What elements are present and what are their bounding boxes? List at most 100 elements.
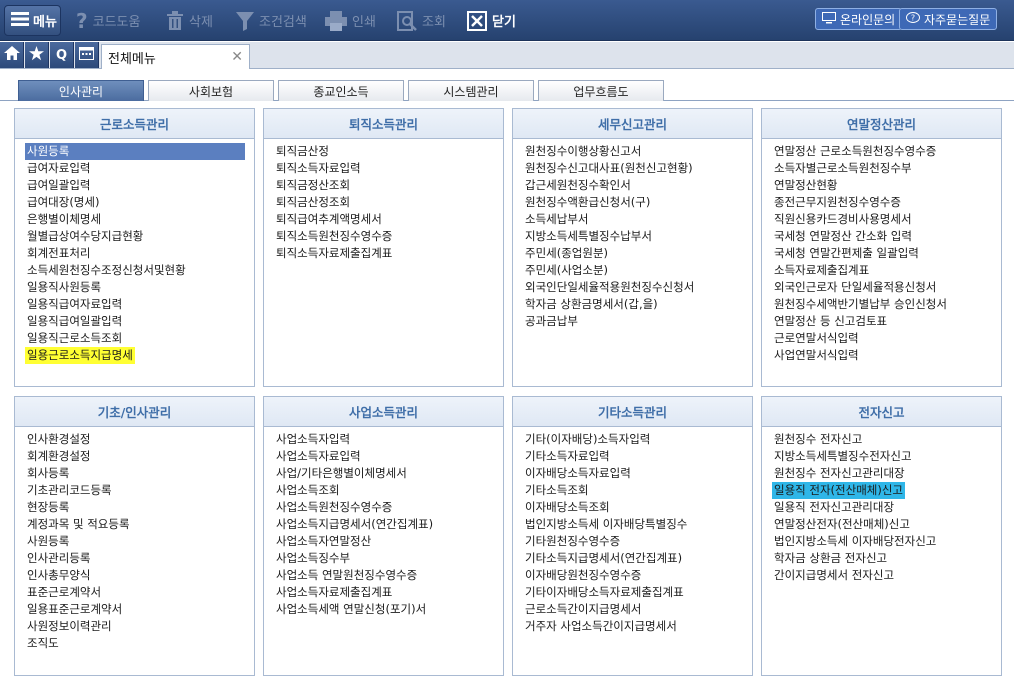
menu-item[interactable]: 간이지급명세서 전자신고 [772,567,1001,584]
menu-item[interactable]: 기타원천징수영수증 [523,533,752,550]
menu-item[interactable]: 사업소득세액 연말신청(포기)서 [274,601,503,618]
menu-item[interactable]: 이자배당소득자료입력 [523,465,752,482]
menu-item[interactable]: 사업소득징수부 [274,550,503,567]
menu-item[interactable]: 현장등록 [25,499,254,516]
menu-item[interactable]: 일용직근로소득조회 [25,330,254,347]
menu-item[interactable]: 사원등록 [25,533,254,550]
tab-hr-management[interactable]: 인사관리 [18,80,144,101]
menu-item[interactable]: 기타소득지급명세서(연간집계표) [523,550,752,567]
calendar-button[interactable] [75,42,99,68]
filter-search-button[interactable]: 조건검색 [236,0,307,41]
menu-item[interactable]: 주민세(사업소분) [523,262,752,279]
menu-item[interactable]: 회사등록 [25,465,254,482]
menu-item[interactable]: 사업소득지급명세서(연간집계표) [274,516,503,533]
code-help-button[interactable]: ? 코드도움 [76,0,140,41]
menu-item[interactable]: 원천징수세액반기별납부 승인신청서 [772,296,1001,313]
menu-item[interactable]: 연말정산 근로소득원천징수영수증 [772,143,1001,160]
menu-item[interactable]: 원천징수신고대사표(원천신고현황) [523,160,752,177]
menu-item[interactable]: 기타소득자료입력 [523,448,752,465]
menu-item[interactable]: 갑근세원천징수확인서 [523,177,752,194]
menu-item[interactable]: 이자배당소득조회 [523,499,752,516]
tab-system-management[interactable]: 시스템관리 [408,80,534,101]
menu-item[interactable]: 퇴직금산정조회 [274,194,503,211]
menu-item[interactable]: 근로소득간이지급명세서 [523,601,752,618]
menu-item[interactable]: 사업소득자료제출집계표 [274,584,503,601]
online-inquiry-button[interactable]: 온라인문의 [815,8,903,30]
home-button[interactable] [0,42,24,68]
menu-item[interactable]: 일용직사원등록 [25,279,254,296]
menu-item[interactable]: 종전근무지원천징수영수증 [772,194,1001,211]
view-button[interactable]: 조회 [397,0,446,41]
menu-item[interactable]: 이자배당원천징수영수증 [523,567,752,584]
menu-item[interactable]: 외국인단일세율적용원천징수신청서 [523,279,752,296]
menu-item[interactable]: 사업소득자입력 [274,431,503,448]
tab-social-insurance[interactable]: 사회보험 [148,80,274,101]
tab-all-menu[interactable]: 전체메뉴 ✕ [101,44,250,69]
menu-item[interactable]: 일용직 전자신고관리대장 [772,499,1001,516]
menu-item[interactable]: 기타이자배당소득자료제출집계표 [523,584,752,601]
menu-item[interactable]: 사원정보이력관리 [25,618,254,635]
menu-item[interactable]: 기타(이자배당)소득자입력 [523,431,752,448]
menu-item[interactable]: 원천징수 전자신고 [772,431,1001,448]
menu-item[interactable]: 급여대장(명세) [25,194,254,211]
menu-item[interactable]: 학자금 상환금명세서(갑,을) [523,296,752,313]
menu-item[interactable]: 국세청 연말간편제출 일괄입력 [772,245,1001,262]
menu-item[interactable]: 조직도 [25,635,254,652]
menu-item[interactable]: 국세청 연말정산 간소화 입력 [772,228,1001,245]
menu-item[interactable]: 계정과목 및 적요등록 [25,516,254,533]
menu-item[interactable]: 기타소득조회 [523,482,752,499]
print-button[interactable]: 인쇄 [325,0,376,41]
menu-item[interactable]: 퇴직금정산조회 [274,177,503,194]
menu-item[interactable]: 근로연말서식입력 [772,330,1001,347]
menu-item[interactable]: 사업/기타은행별이체명세서 [274,465,503,482]
menu-item[interactable]: 소득세원천징수조정신청서및현황 [25,262,254,279]
menu-item[interactable]: 일용표준근로계약서 [25,601,254,618]
delete-button[interactable]: 삭제 [166,0,213,41]
menu-item[interactable]: 사업소득자료입력 [274,448,503,465]
menu-item[interactable]: 일용직 전자(전산매체)신고 [772,482,1001,499]
menu-item[interactable]: 지방소득세특별징수납부서 [523,228,752,245]
menu-item[interactable]: 학자금 상환금 전자신고 [772,550,1001,567]
menu-item[interactable]: 급여일괄입력 [25,177,254,194]
menu-item[interactable]: 원천징수 전자신고관리대장 [772,465,1001,482]
tab-religious-income[interactable]: 종교인소득 [278,80,404,101]
menu-item[interactable]: 외국인근로자 단일세율적용신청서 [772,279,1001,296]
menu-item[interactable]: 기초관리코드등록 [25,482,254,499]
menu-item[interactable]: 인사환경설정 [25,431,254,448]
menu-item[interactable]: 직원신용카드경비사용명세서 [772,211,1001,228]
menu-item[interactable]: 지방소득세특별징수전자신고 [772,448,1001,465]
menu-item[interactable]: 은행별이체명세 [25,211,254,228]
menu-item[interactable]: 사업소득 연말원천징수영수증 [274,567,503,584]
menu-item[interactable]: 원천징수액환급신청서(구) [523,194,752,211]
menu-item[interactable]: 거주자 사업소득간이지급명세서 [523,618,752,635]
tab-workflow[interactable]: 업무흐름도 [538,80,664,101]
menu-item[interactable]: 법인지방소득세 이자배당특별징수 [523,516,752,533]
menu-item[interactable]: 사업소득조회 [274,482,503,499]
menu-item[interactable]: 연말정산 등 신고검토표 [772,313,1001,330]
favorites-button[interactable] [25,42,49,68]
menu-item[interactable]: 급여자료입력 [25,160,254,177]
menu-item[interactable]: 회계전표처리 [25,245,254,262]
menu-item[interactable]: 연말정산전자(전산매체)신고 [772,516,1001,533]
menu-item[interactable]: 공과금납부 [523,313,752,330]
menu-item[interactable]: 일용직급여일괄입력 [25,313,254,330]
menu-item[interactable]: 사업소득원천징수영수증 [274,499,503,516]
menu-item[interactable]: 인사총무양식 [25,567,254,584]
menu-item[interactable]: 퇴직급여추계액명세서 [274,211,503,228]
menu-item[interactable]: 법인지방소득세 이자배당전자신고 [772,533,1001,550]
menu-item[interactable]: 소득세납부서 [523,211,752,228]
menu-item[interactable]: 퇴직소득자료입력 [274,160,503,177]
menu-item[interactable]: 일용근로소득지급명세 [25,347,254,364]
menu-item[interactable]: 월별급상여수당지급현황 [25,228,254,245]
menu-item[interactable]: 원천징수이행상황신고서 [523,143,752,160]
menu-item[interactable]: 소득자별근로소득원천징수부 [772,160,1001,177]
close-icon[interactable]: ✕ [231,49,243,65]
menu-item[interactable]: 사원등록 [25,143,254,160]
faq-button[interactable]: ? 자주묻는질문 [899,8,998,30]
menu-item[interactable]: 퇴직소득자료제출집계표 [274,245,503,262]
menu-item[interactable]: 표준근로계약서 [25,584,254,601]
close-button[interactable]: 닫기 [467,0,516,41]
menu-item[interactable]: 사업소득자연말정산 [274,533,503,550]
menu-item[interactable]: 주민세(종업원분) [523,245,752,262]
menu-item[interactable]: 퇴직소득원천징수영수증 [274,228,503,245]
